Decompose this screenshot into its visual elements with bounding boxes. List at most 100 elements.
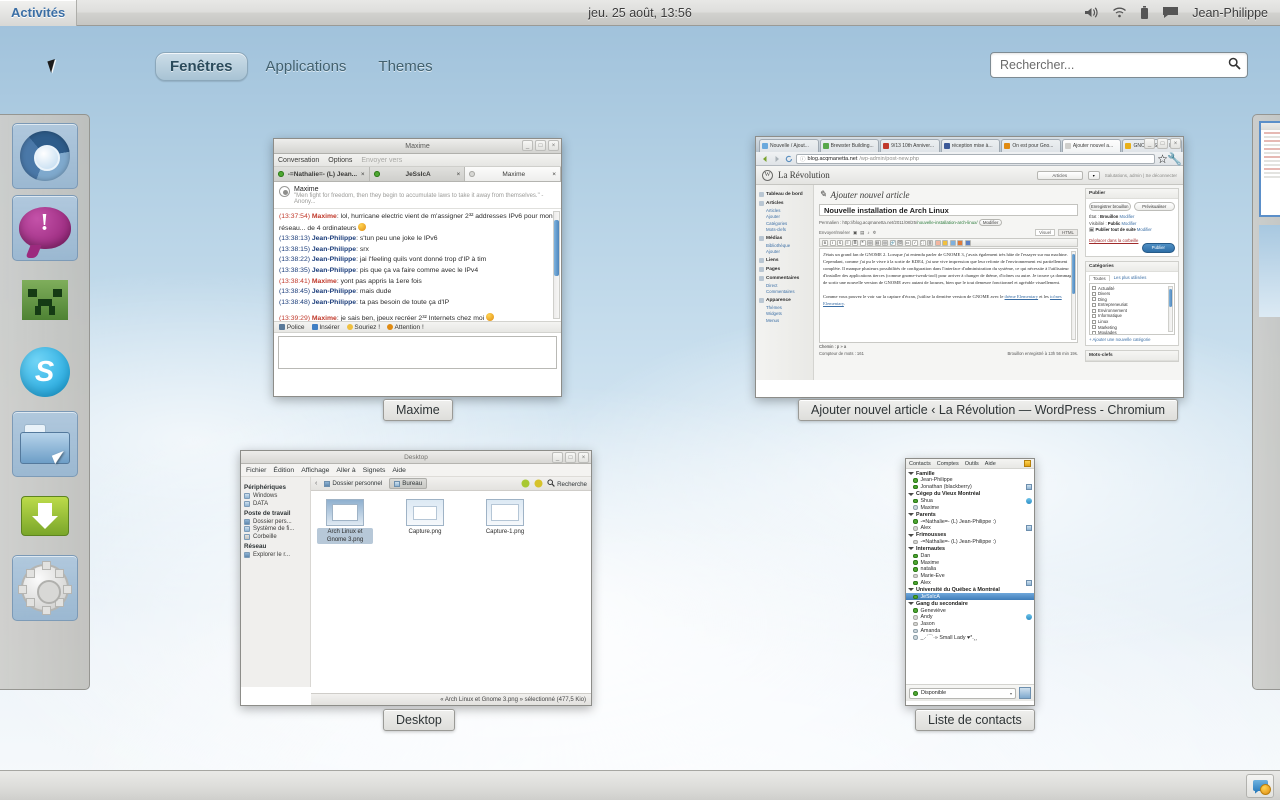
menu-affichage[interactable]: Affichage xyxy=(301,467,329,474)
menu-signets[interactable]: Signets xyxy=(363,467,386,474)
contact-item[interactable]: -=Nathalie=- (L) Jean-Philippe :) xyxy=(906,539,1034,546)
wp-site-name[interactable]: La Révolution xyxy=(778,170,830,180)
chevron-down-icon[interactable]: ▾ xyxy=(1088,171,1100,180)
wp-menu-pages[interactable]: Pages xyxy=(759,267,813,272)
chat-tab-jessica[interactable]: JeSsIcA × xyxy=(370,167,466,181)
menu-edition[interactable]: Édition xyxy=(273,467,294,474)
browser-tab[interactable]: On est pour Gno... xyxy=(1001,139,1061,152)
dock-item-minecraft[interactable] xyxy=(12,267,78,333)
files-icon-view[interactable]: Arch Linux et Gnome 3.png Capture.png Ca… xyxy=(311,491,591,552)
font-button[interactable]: Police xyxy=(279,324,305,331)
menu-aller-a[interactable]: Aller à xyxy=(336,467,355,474)
chevron-down-icon[interactable]: ▾ xyxy=(1010,691,1012,696)
paste-icon[interactable] xyxy=(950,240,956,246)
link-icon[interactable]: 🔗 xyxy=(890,240,896,246)
contact-item[interactable]: Jason xyxy=(906,621,1034,628)
checkbox[interactable] xyxy=(1092,286,1096,290)
wp-submenu-item[interactable]: Ajouter xyxy=(766,249,813,254)
categories-tab-all[interactable]: Toutes xyxy=(1089,275,1110,281)
wp-menu-dashboard[interactable]: Tableau de bord xyxy=(759,192,813,197)
chat-log-scrollbar[interactable] xyxy=(553,211,560,319)
dock-item-downloads[interactable] xyxy=(12,483,78,549)
close-icon[interactable]: × xyxy=(578,452,589,463)
add-media-icon[interactable]: ✲ xyxy=(873,230,877,236)
contacts-buddy-list[interactable]: Famille Jean-Philippe Jonathan (blackber… xyxy=(906,469,1034,684)
place-item-home[interactable]: Dossier pers... xyxy=(244,519,307,525)
permalink-edit-button[interactable]: Modifier xyxy=(979,219,1003,226)
breadcrumb-desktop[interactable]: Bureau xyxy=(389,478,427,489)
wp-menu-posts[interactable]: Articles xyxy=(759,201,813,206)
wp-submenu-item[interactable]: Bibliothèque xyxy=(766,243,813,248)
add-audio-icon[interactable]: ♪ xyxy=(867,230,869,235)
contact-item[interactable]: Geneviève xyxy=(906,607,1034,614)
contact-item[interactable]: Andy xyxy=(906,614,1034,621)
contact-item[interactable]: Jonathan (blackberry) xyxy=(906,484,1034,491)
categories-list[interactable]: Actualité Divers Ding Entrepreneuriat En… xyxy=(1089,283,1175,335)
address-bar[interactable]: ⓘ blog.acqmanetta.net/wp-admin/post-new.… xyxy=(796,154,1155,164)
tab-close-icon[interactable]: × xyxy=(457,171,461,178)
contact-group[interactable]: Internautes xyxy=(906,545,1034,552)
numbered-list-icon[interactable]: ≣ xyxy=(852,240,858,246)
wrench-menu-icon[interactable]: 🔧 xyxy=(1170,154,1179,163)
zoom-out-icon[interactable] xyxy=(521,477,530,491)
window-label-files[interactable]: Desktop xyxy=(383,709,455,731)
window-label-contacts[interactable]: Liste de contacts xyxy=(915,709,1035,731)
browser-tab[interactable]: 9/13 10th Anniver... xyxy=(880,139,940,152)
contact-group[interactable]: Cégep du Vieux Montréal xyxy=(906,491,1034,498)
wp-submenu-item[interactable]: Catégories xyxy=(766,221,813,226)
contact-item[interactable]: -=Nathalie=- (L) Jean-Philippe :) xyxy=(906,518,1034,525)
tab-close-icon[interactable]: × xyxy=(361,171,365,178)
window-thumbnail-files[interactable]: Desktop _ □ × Fichier Édition Affichage … xyxy=(240,450,592,706)
maximize-icon[interactable]: □ xyxy=(535,140,546,151)
menu-aide[interactable]: Aide xyxy=(985,461,996,467)
undo-icon[interactable] xyxy=(957,240,963,246)
add-video-icon[interactable]: ▤ xyxy=(860,230,864,236)
menu-conversation[interactable]: Conversation xyxy=(278,157,319,164)
dock-item-skype[interactable] xyxy=(12,339,78,405)
save-draft-button[interactable]: Enregistrer brouillon xyxy=(1089,202,1131,211)
publish-button[interactable]: Publier xyxy=(1142,243,1175,253)
wp-user-greeting[interactable]: Salutations, admin | Se déconnecter xyxy=(1105,173,1177,178)
reload-icon[interactable] xyxy=(784,154,793,163)
checkbox[interactable] xyxy=(1092,325,1096,329)
contact-item[interactable]: Maxime xyxy=(906,559,1034,566)
permalink-link[interactable]: nouvelle-installation-arch-linux/ xyxy=(917,220,977,225)
strikethrough-icon[interactable]: S xyxy=(837,240,843,246)
checkbox[interactable] xyxy=(1092,292,1096,296)
pathbar-back-icon[interactable]: ‹ xyxy=(315,480,317,487)
move-to-trash-link[interactable]: Déplacer dans la corbeille xyxy=(1089,238,1138,243)
browser-tab-active[interactable]: Ajouter nouvel a... xyxy=(1062,139,1122,152)
preview-button[interactable]: Prévisualiser xyxy=(1134,202,1176,211)
place-item-network[interactable]: Explorer le r... xyxy=(244,552,307,558)
wp-submenu-item[interactable]: Mots-clefs xyxy=(766,227,813,232)
chat-tab-nathalie[interactable]: -=Nathalie=- (L) Jean... × xyxy=(274,167,370,181)
contact-item[interactable]: Alex xyxy=(906,525,1034,532)
pidgin-tray-icon[interactable] xyxy=(1024,460,1031,467)
categories-tab-used[interactable]: Les plus utilisées xyxy=(1114,275,1147,281)
contact-group[interactable]: Université du Québec à Montréal xyxy=(906,586,1034,593)
minimize-icon[interactable]: _ xyxy=(552,452,563,463)
dock-item-chromium[interactable] xyxy=(12,123,78,189)
place-item-trash[interactable]: Corbeille xyxy=(244,534,307,540)
minimize-icon[interactable]: _ xyxy=(1144,138,1155,149)
checkbox[interactable] xyxy=(1092,309,1096,313)
edit-visibility-link[interactable]: Modifier xyxy=(1122,221,1137,226)
menu-fichier[interactable]: Fichier xyxy=(246,467,266,474)
highlight-icon[interactable] xyxy=(942,240,948,246)
contact-item[interactable]: Alex xyxy=(906,580,1034,587)
contact-item-selected[interactable]: JeSsIcA xyxy=(906,593,1034,600)
checkbox[interactable] xyxy=(1092,320,1096,324)
categories-scrollbar[interactable] xyxy=(1168,286,1173,332)
wp-screen-select[interactable]: Articles xyxy=(1037,171,1083,180)
wp-submenu-item[interactable]: Thèmes xyxy=(766,305,813,310)
theme-link[interactable]: thème Elementary xyxy=(1005,294,1039,299)
contact-item[interactable]: natalia xyxy=(906,566,1034,573)
contact-item[interactable]: Shua xyxy=(906,498,1034,505)
browser-tab[interactable]: Nouvelle / Ajout... xyxy=(759,139,819,152)
avatar[interactable] xyxy=(1019,687,1031,699)
place-item-filesystem[interactable]: Système de fi... xyxy=(244,526,307,532)
maximize-icon[interactable]: □ xyxy=(565,452,576,463)
fullscreen-icon[interactable]: ⛶ xyxy=(920,240,926,246)
chat-message-input[interactable] xyxy=(278,336,557,369)
spellcheck-icon[interactable]: ✓ xyxy=(912,240,918,246)
